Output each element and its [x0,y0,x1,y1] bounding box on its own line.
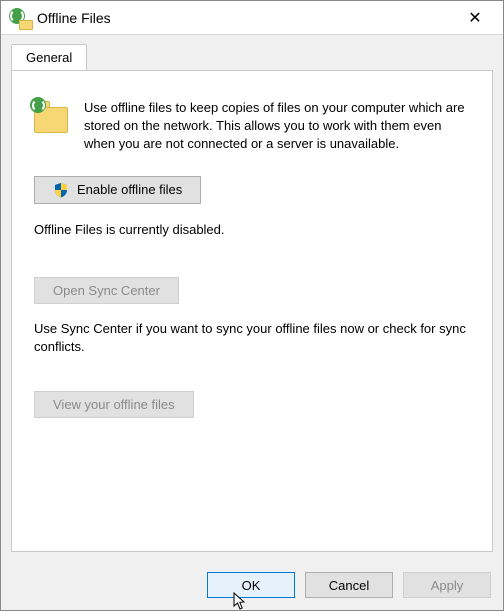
dialog-button-bar: OK Cancel Apply [1,560,503,610]
view-offline-files-button: View your offline files [34,391,194,418]
close-button[interactable]: ✕ [453,3,497,33]
titlebar: Offline Files ✕ [1,1,503,35]
enable-offline-files-label: Enable offline files [77,182,182,197]
ok-button[interactable]: OK [207,572,295,598]
open-sync-center-button: Open Sync Center [34,277,179,304]
offline-files-icon [9,8,29,28]
window-title: Offline Files [37,10,111,26]
tab-general-label: General [26,50,72,65]
cancel-button[interactable]: Cancel [305,572,393,598]
sync-center-helper-text: Use Sync Center if you want to sync your… [34,320,470,358]
tab-general[interactable]: General [11,44,87,71]
intro-row: Use offline files to keep copies of file… [34,99,470,154]
view-offline-files-label: View your offline files [53,397,175,412]
tab-panel-general: Use offline files to keep copies of file… [11,70,493,552]
offline-folder-icon [34,101,70,133]
offline-files-dialog: Offline Files ✕ General Use offline file… [0,0,504,611]
uac-shield-icon [53,182,69,198]
open-sync-center-label: Open Sync Center [53,283,160,298]
tabstrip: General [1,35,503,70]
enable-offline-files-button[interactable]: Enable offline files [34,176,201,204]
close-icon: ✕ [468,8,481,28]
apply-button: Apply [403,572,491,598]
status-text: Offline Files is currently disabled. [34,222,470,237]
intro-text: Use offline files to keep copies of file… [84,99,470,154]
